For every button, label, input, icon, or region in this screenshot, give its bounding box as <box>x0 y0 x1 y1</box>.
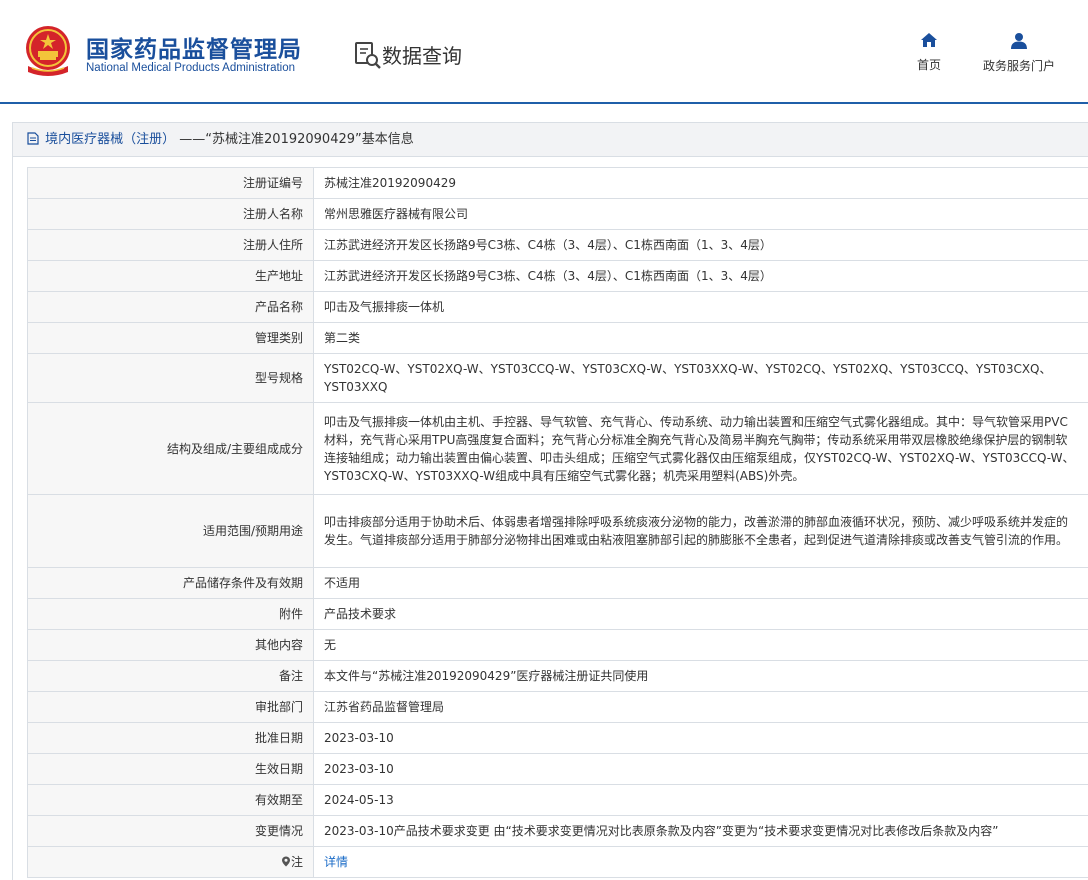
nav-service-portal-label: 政务服务门户 <box>982 59 1055 73</box>
field-value: 江苏武进经济开发区长扬路9号C3栋、C4栋（3、4层）、C1栋西南面（1、3、4… <box>313 229 1088 261</box>
table-row: 备注 本文件与“苏械注准20192090429”医疗器械注册证共同使用 <box>27 660 1088 692</box>
nav-service-portal[interactable]: 政务服务门户 <box>978 32 1060 74</box>
field-value: 产品技术要求 <box>313 598 1088 630</box>
field-label: 结构及组成/主要组成成分 <box>27 402 314 495</box>
field-value: 2023-03-10 <box>313 753 1088 785</box>
field-label: 生产地址 <box>27 260 314 292</box>
table-row: 生效日期 2023-03-10 <box>27 753 1088 785</box>
site-header: 国家药品监督管理局 National Medical Products Admi… <box>0 0 1088 104</box>
field-label: 产品名称 <box>27 291 314 323</box>
info-table: 注册证编号 苏械注准20192090429 注册人名称 常州思雅医疗器械有限公司… <box>27 167 1088 878</box>
site-logo-subtitle: National Medical Products Administration <box>86 62 296 74</box>
table-row: 变更情况 2023-03-10产品技术要求变更 由“技术要求变更情况对比表原条款… <box>27 815 1088 847</box>
field-label: 型号规格 <box>27 353 314 403</box>
field-label: 审批部门 <box>27 691 314 723</box>
field-label: 变更情况 <box>27 815 314 847</box>
field-value: 2024-05-13 <box>313 784 1088 816</box>
field-value: 叩击排痰部分适用于协助术后、体弱患者增强排除呼吸系统痰液分泌物的能力，改善淤滞的… <box>313 494 1088 568</box>
table-row: 批准日期 2023-03-10 <box>27 722 1088 754</box>
table-row: 注册人住所 江苏武进经济开发区长扬路9号C3栋、C4栋（3、4层）、C1栋西南面… <box>27 229 1088 261</box>
table-row: 产品名称 叩击及气振排痰一体机 <box>27 291 1088 323</box>
table-row: 产品储存条件及有效期 不适用 <box>27 567 1088 599</box>
field-label: 注册人住所 <box>27 229 314 261</box>
table-row: 生产地址 江苏武进经济开发区长扬路9号C3栋、C4栋（3、4层）、C1栋西南面（… <box>27 260 1088 292</box>
table-row: 注册人名称 常州思雅医疗器械有限公司 <box>27 198 1088 230</box>
field-value: 江苏省药品监督管理局 <box>313 691 1088 723</box>
nav-home-label: 首页 <box>916 58 941 72</box>
field-value: 2023-03-10 <box>313 722 1088 754</box>
user-icon <box>1011 33 1027 49</box>
field-value: 江苏武进经济开发区长扬路9号C3栋、C4栋（3、4层）、C1栋西南面（1、3、4… <box>313 260 1088 292</box>
data-query-label: 数据查询 <box>382 44 462 68</box>
table-row: 管理类别 第二类 <box>27 322 1088 354</box>
table-row: 型号规格 YST02CQ-W、YST02XQ-W、YST03CCQ-W、YST0… <box>27 353 1088 403</box>
field-label: 产品储存条件及有效期 <box>27 567 314 599</box>
field-label: 备注 <box>27 660 314 692</box>
field-value: 叩击及气振排痰一体机由主机、手控器、导气软管、充气背心、传动系统、动力输出装置和… <box>313 402 1088 495</box>
nav-home[interactable]: 首页 <box>912 32 946 73</box>
field-label: 注 <box>290 855 303 869</box>
field-value-cell: 详情 <box>313 846 1088 878</box>
table-row: 注 详情 <box>27 846 1088 878</box>
site-logo-title: 国家药品监督管理局 <box>86 37 302 63</box>
table-row: 其他内容 无 <box>27 629 1088 661</box>
document-icon <box>27 132 39 145</box>
table-row: 有效期至 2024-05-13 <box>27 784 1088 816</box>
panel-title: 境内医疗器械（注册） ——“苏械注准20192090429”基本信息 <box>13 123 1088 157</box>
table-row: 审批部门 江苏省药品监督管理局 <box>27 691 1088 723</box>
field-label: 批准日期 <box>27 722 314 754</box>
pin-icon <box>281 856 290 867</box>
table-row: 适用范围/预期用途 叩击排痰部分适用于协助术后、体弱患者增强排除呼吸系统痰液分泌… <box>27 494 1088 568</box>
details-link[interactable]: 详情 <box>324 855 348 869</box>
field-value: 本文件与“苏械注准20192090429”医疗器械注册证共同使用 <box>313 660 1088 692</box>
field-value: 无 <box>313 629 1088 661</box>
panel-record-title: ——“苏械注准20192090429”基本信息 <box>179 132 414 147</box>
field-value: 叩击及气振排痰一体机 <box>313 291 1088 323</box>
table-row: 结构及组成/主要组成成分 叩击及气振排痰一体机由主机、手控器、导气软管、充气背心… <box>27 402 1088 495</box>
note-label-cell: 注 <box>27 846 314 878</box>
field-label: 适用范围/预期用途 <box>27 494 314 568</box>
field-value: 苏械注准20192090429 <box>313 167 1088 199</box>
table-row: 注册证编号 苏械注准20192090429 <box>27 167 1088 199</box>
table-row: 附件 产品技术要求 <box>27 598 1088 630</box>
data-query-icon <box>355 42 381 69</box>
national-emblem-icon <box>26 26 70 76</box>
field-label: 生效日期 <box>27 753 314 785</box>
home-icon <box>921 33 937 47</box>
field-label: 管理类别 <box>27 322 314 354</box>
panel-category: 境内医疗器械（注册） <box>45 132 176 147</box>
field-value: 第二类 <box>313 322 1088 354</box>
field-label: 附件 <box>27 598 314 630</box>
field-value: 常州思雅医疗器械有限公司 <box>313 198 1088 230</box>
field-label: 注册证编号 <box>27 167 314 199</box>
field-label: 注册人名称 <box>27 198 314 230</box>
field-value: 2023-03-10产品技术要求变更 由“技术要求变更情况对比表原条款及内容”变… <box>313 815 1088 847</box>
field-value: YST02CQ-W、YST02XQ-W、YST03CCQ-W、YST03CXQ-… <box>313 353 1088 403</box>
field-label: 有效期至 <box>27 784 314 816</box>
field-label: 其他内容 <box>27 629 314 661</box>
detail-panel: 境内医疗器械（注册） ——“苏械注准20192090429”基本信息 注册证编号… <box>12 122 1088 880</box>
field-value: 不适用 <box>313 567 1088 599</box>
